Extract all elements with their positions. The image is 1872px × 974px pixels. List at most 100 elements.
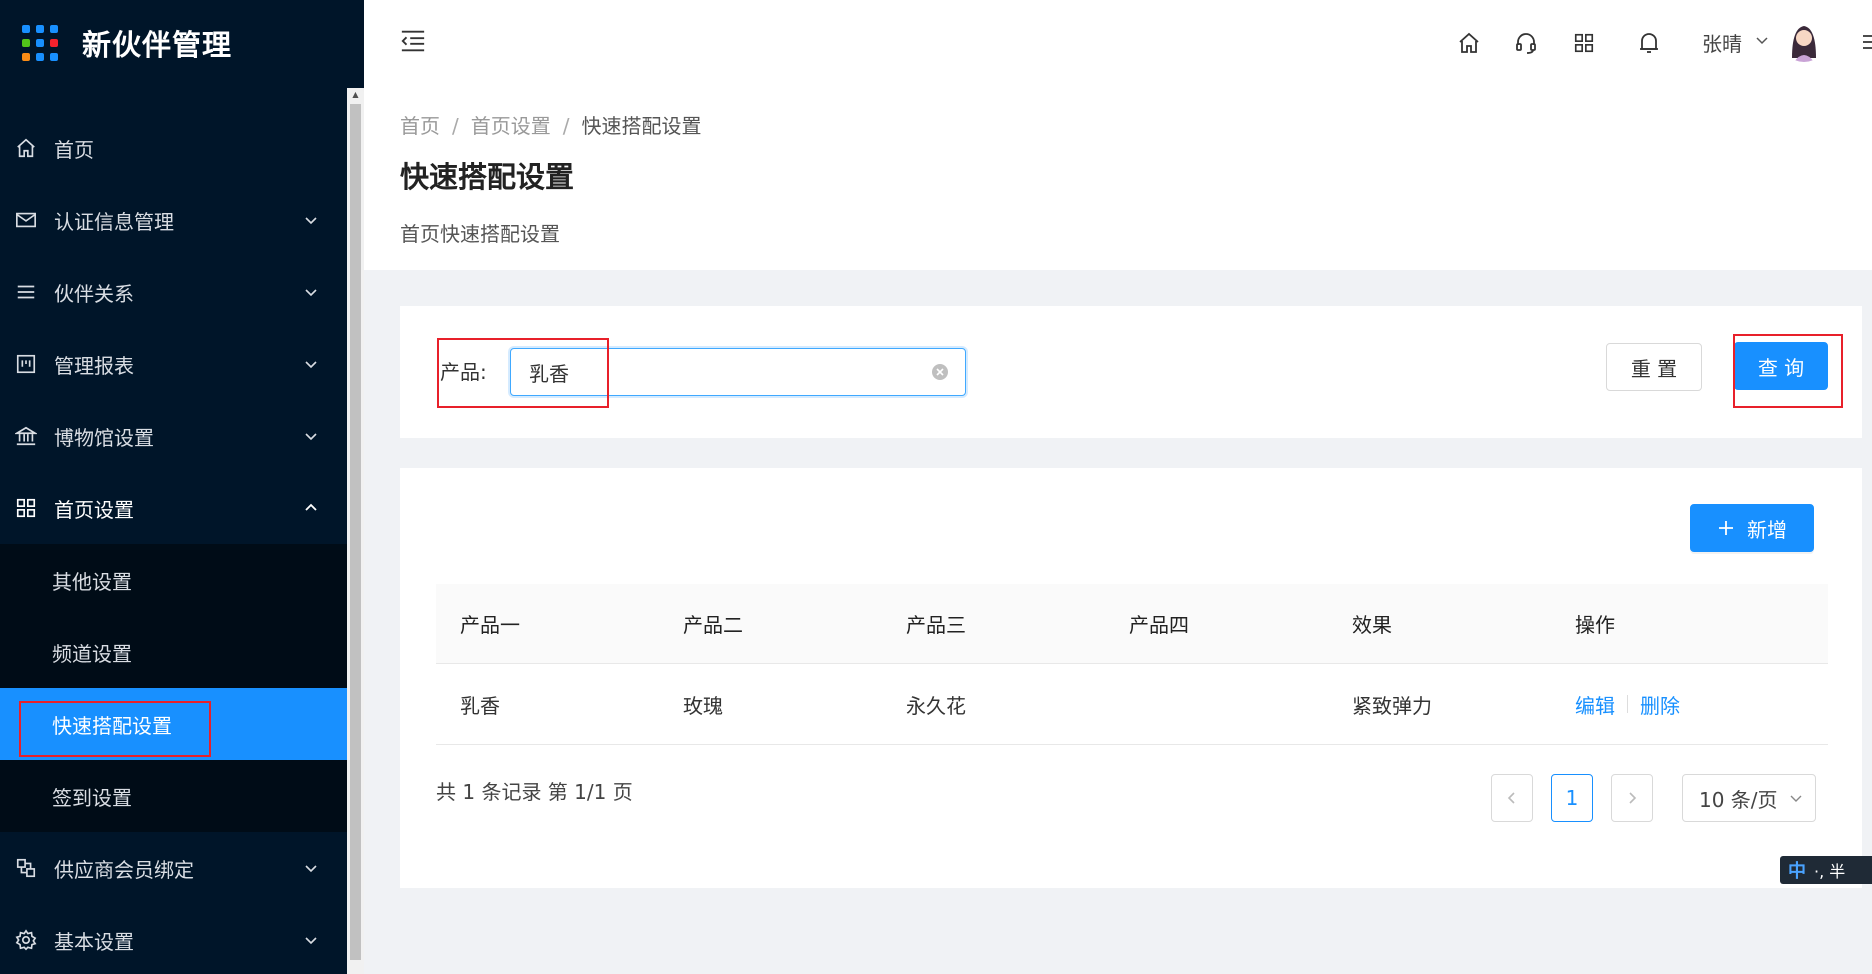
chevron-right-icon: [1629, 792, 1637, 804]
appstore-icon: [14, 496, 38, 520]
sidebar-menu: 首页 认证信息管理 伙伴关系 管理报表 博物馆设置 首页设置 其他设置 频道设置…: [0, 112, 347, 974]
scrollbar-thumb[interactable]: [350, 104, 361, 960]
table-card: 新增 产品一 产品二 产品三 产品四 效果 操作 乳香 玫瑰 永久花 紧致弹力 …: [400, 468, 1862, 888]
sidebar-item-label: 伙伴关系: [54, 281, 134, 306]
cell-product-4: [1105, 664, 1328, 744]
menu-icon: [14, 280, 38, 304]
sidebar-item-partners[interactable]: 伙伴关系: [0, 256, 347, 328]
sidebar-item-home[interactable]: 首页: [0, 112, 347, 184]
add-button[interactable]: 新增: [1690, 504, 1814, 552]
sidebar-item-museum[interactable]: 博物馆设置: [0, 400, 347, 472]
prev-page-button[interactable]: [1491, 774, 1533, 822]
avatar[interactable]: [1782, 18, 1826, 62]
sidebar-item-basic-settings[interactable]: 基本设置: [0, 904, 347, 974]
link-icon: [14, 856, 38, 880]
breadcrumb-homepage-settings[interactable]: 首页设置: [471, 114, 551, 138]
bell-icon[interactable]: [1636, 30, 1662, 56]
sidebar-subitem-quick-match[interactable]: 快速搭配设置: [0, 688, 347, 760]
chevron-down-icon: [305, 217, 317, 225]
chevron-down-icon: [1790, 795, 1802, 802]
sidebar: 新伙伴管理 首页 认证信息管理 伙伴关系 管理报表 博物馆设置 首页设置 其他设…: [0, 0, 364, 974]
breadcrumb: 首页 / 首页设置 / 快速搭配设置: [400, 114, 702, 138]
column-header: 产品四: [1129, 613, 1189, 637]
chevron-up-icon: [305, 503, 317, 511]
sidebar-item-label: 首页: [54, 137, 94, 162]
sidebar-subitem-other[interactable]: 其他设置: [0, 544, 347, 616]
sidebar-item-label: 认证信息管理: [54, 209, 174, 234]
column-header: 产品三: [906, 613, 966, 637]
sidebar-item-supplier-binding[interactable]: 供应商会员绑定: [0, 832, 347, 904]
cell-product-2: 玫瑰: [683, 693, 723, 718]
menu-fold-icon[interactable]: [400, 28, 426, 54]
add-button-label: 新增: [1747, 517, 1787, 542]
page-size-value: 10 条/页: [1699, 787, 1778, 812]
submenu-homepage-settings: 其他设置 频道设置 快速搭配设置 签到设置: [0, 544, 347, 832]
home-icon[interactable]: [1456, 30, 1482, 56]
pagination-total: 共 1 条记录 第 1/1 页: [436, 780, 633, 804]
column-header: 产品二: [683, 613, 743, 637]
sidebar-subitem-label: 签到设置: [52, 785, 132, 810]
chevron-left-icon: [1507, 792, 1515, 804]
sidebar-item-label: 供应商会员绑定: [54, 857, 194, 882]
table-row: 乳香 玫瑰 永久花 紧致弹力 编辑 删除: [436, 664, 1828, 745]
page-description: 首页快速搭配设置: [400, 222, 560, 246]
sidebar-item-certification[interactable]: 认证信息管理: [0, 184, 347, 256]
sidebar-item-label: 管理报表: [54, 353, 134, 378]
product-input[interactable]: [510, 348, 966, 396]
divider: [1627, 695, 1628, 713]
column-header: 产品一: [460, 613, 520, 637]
ime-status: ·, 半: [1814, 862, 1846, 881]
column-header: 操作: [1575, 613, 1615, 637]
report-icon: [14, 352, 38, 376]
ime-toolbar[interactable]: 中 ·, 半: [1780, 856, 1872, 884]
chevron-down-icon: [305, 289, 317, 297]
ime-language: 中: [1788, 861, 1806, 882]
more-icon[interactable]: [1860, 30, 1872, 56]
sidebar-subitem-label: 频道设置: [52, 641, 132, 666]
chevron-down-icon: [305, 937, 317, 945]
mail-icon: [14, 208, 38, 232]
breadcrumb-home[interactable]: 首页: [400, 114, 440, 138]
chevron-down-icon: [305, 361, 317, 369]
top-header: 张晴: [364, 0, 1872, 88]
logo[interactable]: 新伙伴管理: [0, 0, 364, 86]
chevron-down-icon[interactable]: [1754, 32, 1770, 48]
data-table: 产品一 产品二 产品三 产品四 效果 操作 乳香 玫瑰 永久花 紧致弹力 编辑 …: [436, 584, 1828, 745]
cell-actions: 编辑 删除: [1551, 664, 1774, 744]
apps-icon[interactable]: [1571, 30, 1597, 56]
product-label: 产品:: [440, 360, 487, 384]
page-size-select[interactable]: 10 条/页: [1682, 774, 1816, 822]
sidebar-subitem-checkin[interactable]: 签到设置: [0, 760, 347, 832]
sidebar-subitem-label: 快速搭配设置: [52, 713, 172, 738]
edit-link[interactable]: 编辑: [1575, 690, 1615, 719]
apps-grid-icon: [22, 25, 58, 61]
reset-button[interactable]: 重 置: [1606, 343, 1702, 391]
setting-icon: [14, 928, 38, 952]
page-title: 快速搭配设置: [400, 160, 575, 194]
breadcrumb-current: 快速搭配设置: [581, 114, 702, 138]
sidebar-item-reports[interactable]: 管理报表: [0, 328, 347, 400]
cell-product-1: 乳香: [460, 693, 500, 718]
next-page-button[interactable]: [1611, 774, 1653, 822]
page-header: 首页 / 首页设置 / 快速搭配设置 快速搭配设置 首页快速搭配设置: [364, 88, 1872, 270]
column-header: 效果: [1352, 613, 1392, 637]
page-number[interactable]: 1: [1551, 774, 1593, 822]
delete-link[interactable]: 删除: [1640, 690, 1680, 719]
sidebar-subitem-channel[interactable]: 频道设置: [0, 616, 347, 688]
home-icon: [14, 136, 38, 160]
bank-icon: [14, 424, 38, 448]
sidebar-item-label: 基本设置: [54, 929, 134, 954]
query-button[interactable]: 查 询: [1734, 342, 1828, 390]
sidebar-item-label: 博物馆设置: [54, 425, 154, 450]
scroll-up-icon[interactable]: ▲: [347, 88, 364, 102]
sidebar-item-homepage-settings[interactable]: 首页设置: [0, 472, 347, 544]
app-title: 新伙伴管理: [82, 28, 233, 62]
search-form: 产品: 重 置 查 询: [400, 306, 1862, 438]
table-header: 产品一 产品二 产品三 产品四 效果 操作: [436, 584, 1828, 664]
chevron-down-icon: [305, 865, 317, 873]
user-name[interactable]: 张晴: [1702, 28, 1742, 57]
clear-icon[interactable]: [931, 363, 949, 381]
plus-icon: [1719, 521, 1733, 535]
customer-service-icon[interactable]: [1513, 30, 1539, 56]
sidebar-scrollbar[interactable]: ▲: [347, 88, 364, 974]
